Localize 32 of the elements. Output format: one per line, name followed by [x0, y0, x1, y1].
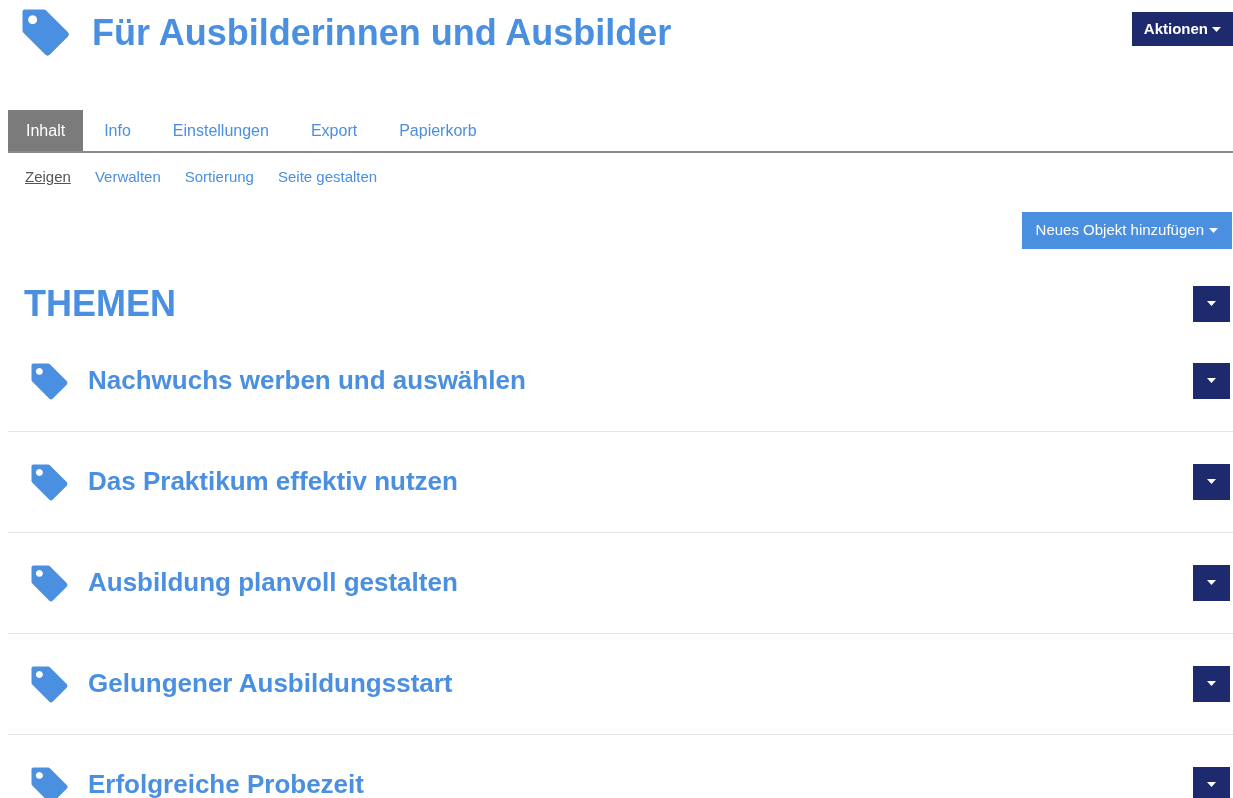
dropdown-button[interactable]	[1193, 285, 1230, 322]
dropdown-button[interactable]	[1193, 564, 1230, 601]
topic-link[interactable]: Gelungener Ausbildungsstart	[88, 664, 453, 703]
tab[interactable]: Export	[289, 110, 379, 151]
subtab-link[interactable]: Verwalten	[94, 166, 161, 189]
subtab-link[interactable]: Zeigen	[25, 166, 71, 189]
caret-icon	[1207, 782, 1216, 787]
dropdown-button[interactable]	[1193, 463, 1230, 500]
tab[interactable]: Inhalt	[8, 110, 84, 151]
dropdown-button[interactable]	[1193, 766, 1230, 798]
topic-link[interactable]: Ausbildung planvoll gestalten	[88, 563, 458, 602]
caret-icon	[1209, 227, 1218, 233]
tab[interactable]: Papierkorb	[378, 110, 498, 151]
caret-icon	[1207, 479, 1216, 484]
topic-link[interactable]: Das Praktikum effektiv nutzen	[88, 462, 458, 501]
caret-icon	[1207, 681, 1216, 686]
topic-link[interactable]: Nachwuchs werben und auswählen	[88, 361, 526, 400]
subtab-link[interactable]: Seite gestalten	[277, 166, 378, 189]
actions-button[interactable]: Aktionen	[1131, 12, 1233, 46]
caret-icon	[1207, 580, 1216, 585]
caret-icon	[1212, 26, 1221, 32]
section-title: THEMEN	[24, 281, 176, 326]
dropdown-button[interactable]	[1193, 362, 1230, 399]
add-object-button[interactable]: Neues Objekt hinzufügen	[1021, 211, 1232, 249]
dropdown-button[interactable]	[1193, 665, 1230, 702]
topic-link[interactable]: Erfolgreiche Probezeit	[88, 765, 364, 798]
subtab-link[interactable]: Sortierung	[184, 166, 254, 189]
tab[interactable]: Einstellungen	[151, 110, 290, 151]
tab[interactable]: Info	[83, 110, 152, 151]
page-title: Für Ausbilderinnen und Ausbilder	[92, 11, 672, 55]
caret-icon	[1207, 378, 1216, 383]
caret-icon	[1207, 301, 1216, 306]
